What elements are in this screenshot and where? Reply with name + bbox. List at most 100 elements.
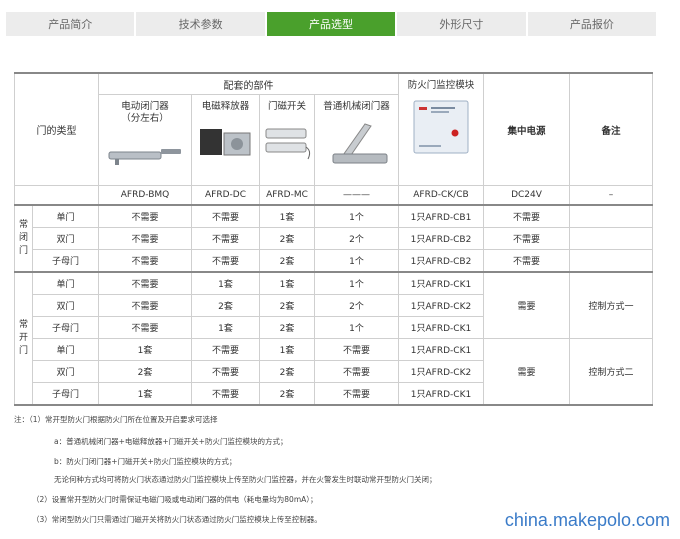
table-cell: 不需要 [314,382,399,406]
power-header: 集中电源 [483,72,570,186]
table-cell: 不需要 [191,382,260,406]
tab-dimensions[interactable]: 外形尺寸 [397,12,526,36]
note-line: （2）设置常开型防火门时需保证电磁门吸或电动闭门器的供电（耗电量均为80mA）； [32,495,318,504]
door-type-header: 门的类型 [14,72,99,186]
selection-table: 门的类型 配套的部件 防火门监控模块 集中电源 备注 电动闭门器 （分左右） 电… [14,72,653,406]
component-label: 电磁释放器 [201,101,250,112]
table-cell: 2套 [98,360,192,383]
remark-cell-merged: 控制方式二 [569,338,653,406]
table-cell: 2套 [259,360,315,383]
power-cell-merged: 需要 [483,338,570,406]
note-line: b：防火门闭门器+门磁开关+防火门监控模块的方式； [54,457,237,466]
door-cell: 子母门 [32,382,99,406]
table-cell: 1只AFRD-CK2 [398,294,484,317]
table-cell: 1只AFRD-CK1 [398,271,484,295]
table-cell: 1套 [191,271,260,295]
table-cell: 不需要 [191,338,260,361]
table-cell: 不需要 [191,249,260,273]
mechanical-closer-icon [316,113,398,173]
component-header-magnetic-release: 电磁释放器 [191,94,260,186]
table-cell: 2套 [259,382,315,406]
table-cell: 1套 [98,382,192,406]
table-cell: 不需要 [314,338,399,361]
model-magnetic-release: AFRD-DC [191,185,260,206]
table-cell: 不需要 [98,249,192,273]
table-cell: 1个 [314,204,399,228]
note-line: 无论何种方式均可将防火门状态通过防火门监控模块上传至防火门监控器，并在火警发生时… [54,475,437,484]
door-cell: 单门 [32,204,99,228]
table-cell: 1套 [259,271,315,295]
component-header-electric-closer: 电动闭门器 （分左右） [98,94,192,186]
table-cell: 不需要 [483,227,570,250]
table-cell: 不需要 [98,316,192,339]
door-cell: 单门 [32,271,99,295]
table-cell: 1个 [314,249,399,273]
magnetic-holder-icon [193,113,259,173]
door-closer-icon [100,125,191,185]
door-cell: 双门 [32,294,99,317]
table-cell: 不需要 [483,204,570,228]
component-header-mechanical-closer: 普通机械闭门器 [314,94,399,186]
door-cell: 子母门 [32,249,99,273]
component-label: 防火门监控模块 [407,80,475,91]
table-cell: 不需要 [98,294,192,317]
note-line: 注：（1）常开型防火门根据防火门所在位置及开启要求可选择 [14,415,218,424]
table-cell: 1只AFRD-CK1 [398,316,484,339]
table-cell: 不需要 [314,360,399,383]
table-cell: 1只AFRD-CK1 [398,382,484,406]
door-cell: 双门 [32,360,99,383]
model-row-label [14,185,99,206]
table-cell: 不需要 [98,271,192,295]
component-label: 电动闭门器 （分左右） [121,101,169,124]
door-cell: 双门 [32,227,99,250]
note-line: （3）常闭型防火门只需通过门磁开关将防火门状态通过防火门监控模块上传至控制器。 [32,515,322,524]
table-cell [569,227,653,250]
table-cell [569,249,653,273]
table-cell: 2个 [314,294,399,317]
model-monitor-module: AFRD-CK/CB [398,185,484,206]
note-line: a：普通机械闭门器+电磁释放器+门磁开关+防火门监控模块的方式； [54,437,288,446]
model-electric-closer: AFRD-BMQ [98,185,192,206]
table-cell: 1套 [259,204,315,228]
tab-product-intro[interactable]: 产品简介 [6,12,135,36]
model-remark: – [569,185,653,206]
remark-header: 备注 [569,72,653,186]
table-cell [569,204,653,228]
model-power: DC24V [483,185,570,206]
table-cell: 1只AFRD-CB2 [398,227,484,250]
tab-product-selection[interactable]: 产品选型 [266,12,396,36]
table-cell: 2套 [259,227,315,250]
group-label-normally-closed: 常 闭 门 [14,204,33,273]
monitor-module-icon [400,92,483,162]
table-cell: 2个 [314,227,399,250]
watermark: china.makepolo.com [504,510,670,530]
tab-price[interactable]: 产品报价 [527,12,657,36]
table-cell: 2套 [259,316,315,339]
table-cell: 1只AFRD-CK1 [398,338,484,361]
table-cell: 2套 [191,294,260,317]
table-cell: 2套 [259,294,315,317]
table-cell: 2套 [259,249,315,273]
table-cell: 1个 [314,316,399,339]
table-cell: 1个 [314,271,399,295]
table-cell: 不需要 [191,360,260,383]
component-label: 门磁开关 [267,101,306,112]
tab-tech-params[interactable]: 技术参数 [136,12,265,36]
table-cell: 不需要 [483,249,570,273]
table-cell: 不需要 [98,204,192,228]
table-cell: 1只AFRD-CK2 [398,360,484,383]
table-cell: 1只AFRD-CB2 [398,249,484,273]
tab-bar: 产品简介 技术参数 产品选型 外形尺寸 产品报价 [6,12,657,36]
component-header-door-magnet: 门磁开关 [259,94,315,186]
model-mechanical-closer: ——— [314,185,399,206]
component-header-monitor-module: 防火门监控模块 [398,72,484,186]
components-group-header: 配套的部件 [98,72,399,95]
table-cell: 不需要 [191,204,260,228]
table-cell: 1套 [259,338,315,361]
door-cell: 单门 [32,338,99,361]
power-cell-merged: 需要 [483,271,570,339]
door-magnet-switch-icon [261,113,314,173]
component-label: 普通机械闭门器 [323,101,390,112]
group-label-normally-open: 常 开 门 [14,271,33,406]
table-cell: 1只AFRD-CB1 [398,204,484,228]
